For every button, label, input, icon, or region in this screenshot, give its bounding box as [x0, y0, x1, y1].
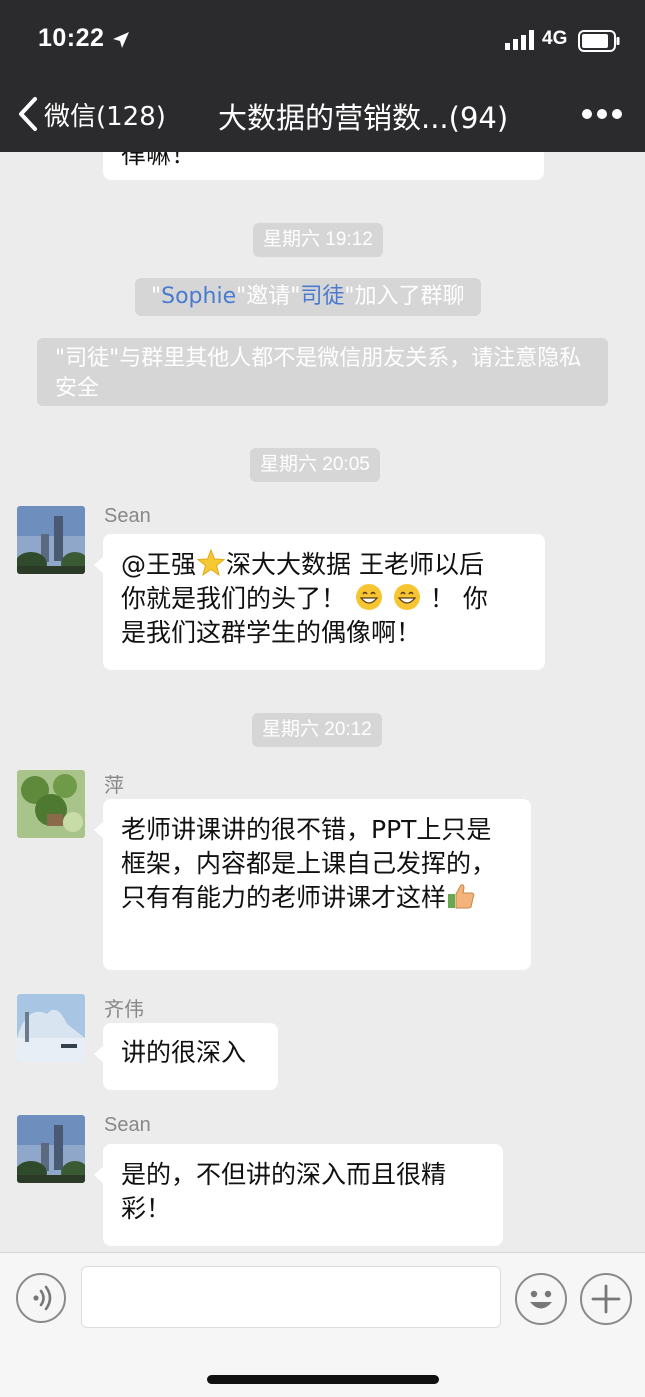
battery-icon: [578, 30, 620, 52]
sender-name: 萍: [104, 775, 124, 797]
voice-button[interactable]: [16, 1273, 66, 1323]
system-message: "Sophie"邀请"司徒"加入了群聊: [135, 278, 481, 316]
star-emoji-icon: [196, 548, 226, 577]
message-bubble[interactable]: 讲的很深入: [94, 1023, 278, 1090]
avatar-image: [17, 994, 85, 1062]
avatar[interactable]: [17, 770, 85, 838]
home-indicator: [207, 1375, 439, 1384]
time-divider: 星期六 20:12: [252, 713, 382, 747]
system-message: "司徒"与群里其他人都不是微信朋友关系，请注意隐私安全: [37, 338, 608, 406]
message-bubble[interactable]: 律嘛！: [103, 152, 544, 180]
message-bubble[interactable]: @王强 深大大数据 王老师以后 你就是我们的头了！ ！ 你 是我们这群学生的偶像啊…: [94, 534, 545, 670]
grin-emoji-icon: [393, 584, 420, 610]
back-label: 微信(128): [44, 101, 166, 132]
sender-name: Sean: [104, 505, 151, 527]
input-bar: [0, 1252, 645, 1397]
avatar[interactable]: [17, 506, 85, 574]
message-bubble[interactable]: 老师讲课讲的很不错，PPT上只是框架，内容都是上课自己发挥的，只有有能力的老师讲…: [94, 799, 531, 970]
emoji-icon: [530, 1290, 552, 1309]
sender-name: Sean: [104, 1114, 151, 1136]
avatar[interactable]: [17, 994, 85, 1062]
sender-name: 齐伟: [104, 999, 144, 1021]
chat-title: 大数据的营销数...(94): [218, 101, 509, 135]
voice-icon: [33, 1285, 52, 1311]
plus-icon: [591, 1284, 621, 1314]
chevron-left-icon: [19, 97, 37, 131]
signal-icon: [505, 30, 534, 50]
time-divider: 星期六 19:12: [253, 223, 383, 257]
avatar-image: [17, 506, 85, 574]
avatar[interactable]: [17, 1115, 85, 1183]
user-link-sophie[interactable]: Sophie: [161, 284, 236, 309]
avatar-image: [17, 770, 85, 838]
plus-button[interactable]: [580, 1273, 632, 1325]
message-input[interactable]: [81, 1266, 501, 1328]
back-button[interactable]: 微信(128): [16, 96, 166, 132]
emoji-button[interactable]: [515, 1273, 567, 1325]
time-divider: 星期六 20:05: [250, 448, 380, 482]
avatar-image: [17, 1115, 85, 1183]
grin-emoji-icon: [355, 584, 382, 610]
user-link-situ[interactable]: 司徒: [300, 284, 344, 309]
more-icon[interactable]: [582, 108, 622, 120]
chat-area[interactable]: 律嘛！ 星期六 19:12 "Sophie"邀请"司徒"加入了群聊 "司徒"与群…: [0, 152, 645, 1252]
location-arrow-icon: [113, 32, 129, 48]
status-time: 10:22: [38, 24, 105, 52]
top-bar: 10:22 4G 微信(128) 大数据的营销数...(94): [0, 0, 645, 152]
message-bubble[interactable]: 是的，不但讲的深入而且很精彩！: [94, 1144, 503, 1246]
network-type: 4G: [542, 28, 568, 49]
thumbs-up-emoji-icon: [448, 884, 475, 909]
